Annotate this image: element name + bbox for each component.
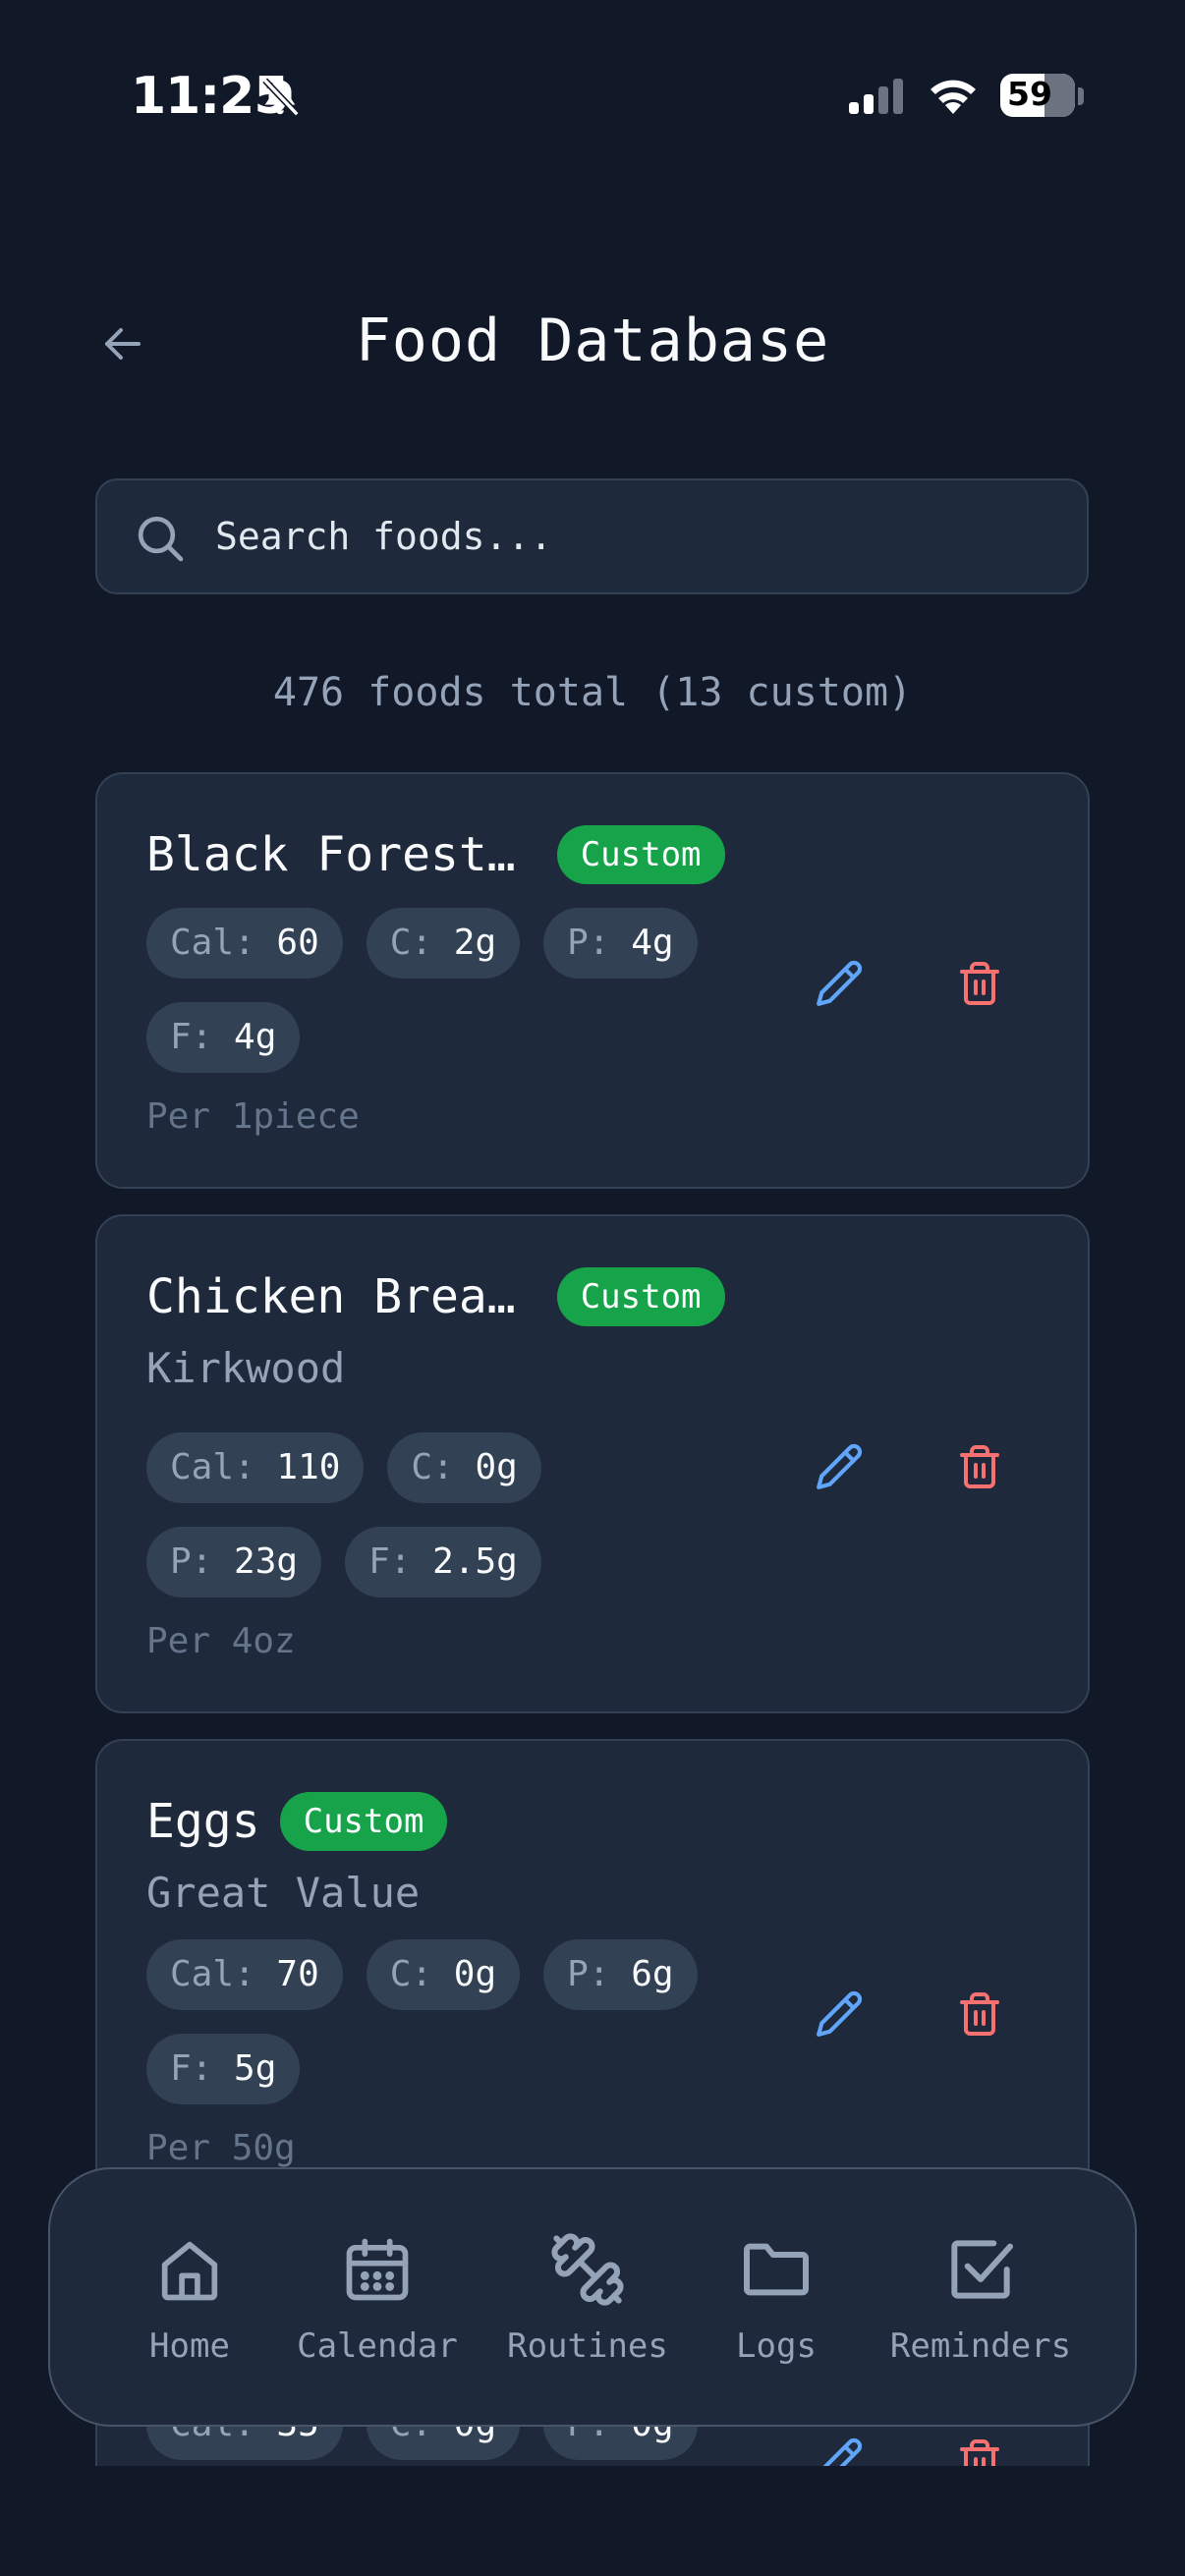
food-card[interactable]: Chicken Brea… Custom Kirkwood Cal: 110 C…	[95, 1214, 1090, 1713]
search-icon	[133, 511, 188, 570]
nav-label: Routines	[507, 2326, 668, 2366]
trash-icon	[960, 1445, 999, 1488]
macro-chips: Cal: 110 C: 0g P: 23g F: 2.5g	[146, 1432, 706, 1597]
macro-chip-calories: Cal: 70	[146, 1939, 343, 2010]
delete-button[interactable]	[945, 2427, 1014, 2466]
nav-calendar[interactable]: Calendar	[294, 2169, 461, 2425]
pencil-icon	[817, 1443, 863, 1489]
status-bar: 11:25 59	[0, 0, 1185, 196]
edit-button[interactable]	[805, 1432, 874, 1501]
food-brand: Great Value	[146, 1869, 421, 1917]
macro-chip-carbs: C: 0g	[366, 1939, 521, 2010]
food-card[interactable]: Black Forest… Custom Cal: 60 C: 2g P: 4g…	[95, 772, 1090, 1189]
nav-home[interactable]: Home	[135, 2169, 245, 2425]
nav-label: Calendar	[297, 2326, 458, 2366]
nav-reminders[interactable]: Reminders	[889, 2169, 1072, 2425]
custom-badge: Custom	[556, 1267, 725, 1326]
custom-badge: Custom	[279, 1792, 448, 1851]
edit-button[interactable]	[805, 1980, 874, 2048]
nav-label: Logs	[736, 2326, 817, 2366]
wifi-icon	[927, 75, 980, 120]
nav-label: Home	[149, 2326, 230, 2366]
signal-icon	[849, 79, 906, 118]
nav-routines[interactable]: Routines	[504, 2169, 671, 2425]
macro-chip-fat: F: 2.5g	[345, 1527, 541, 1597]
trash-icon	[960, 962, 999, 1005]
calendar-icon	[340, 2230, 415, 2309]
macro-chips: Cal: 60 C: 2g P: 4g F: 4g	[146, 908, 706, 1073]
dumbbell-icon	[548, 2230, 627, 2309]
macro-chip-carbs: C: 2g	[366, 908, 521, 979]
macro-chip-protein: P: 6g	[543, 1939, 698, 2010]
bell-muted-icon	[257, 74, 303, 125]
serving-size: Per 4oz	[146, 1621, 296, 1661]
delete-button[interactable]	[945, 949, 1014, 1018]
edit-button[interactable]	[805, 949, 874, 1018]
food-name: Chicken Brea…	[146, 1269, 516, 1324]
folder-icon	[737, 2230, 816, 2309]
trash-icon	[960, 1992, 999, 2036]
food-count-summary: 476 foods total (13 custom)	[272, 670, 913, 715]
trash-icon	[960, 2439, 999, 2466]
macro-chip-protein: P: 23g	[146, 1527, 322, 1597]
custom-badge: Custom	[556, 825, 725, 884]
header: Food Database	[0, 295, 1185, 393]
battery-indicator: 59	[1000, 74, 1075, 117]
pencil-icon	[817, 960, 863, 1006]
macro-chip-calories: Cal: 60	[146, 908, 343, 979]
food-name: Black Forest…	[146, 827, 516, 882]
nav-logs[interactable]: Logs	[730, 2169, 822, 2425]
edit-button[interactable]	[805, 2427, 874, 2466]
page-title: Food Database	[355, 307, 830, 375]
checkbox-icon	[941, 2230, 1020, 2309]
battery-percent: 59	[1007, 75, 1052, 113]
macro-chip-carbs: C: 0g	[387, 1432, 541, 1503]
home-icon	[152, 2230, 227, 2309]
search-input[interactable]	[215, 480, 1060, 592]
serving-size: Per 1piece	[146, 1096, 360, 1137]
delete-button[interactable]	[945, 1432, 1014, 1501]
macro-chip-calories: Cal: 110	[146, 1432, 365, 1503]
macro-chip-protein: P: 4g	[543, 908, 698, 979]
pencil-icon	[822, 2437, 863, 2466]
nav-label: Reminders	[889, 2326, 1072, 2366]
macro-chip-fat: F: 5g	[146, 2034, 301, 2104]
food-brand: Kirkwood	[146, 1344, 346, 1392]
bottom-nav: Home Calendar Routines Logs Reminders	[48, 2167, 1137, 2427]
macro-chips: Cal: 70 C: 0g P: 6g F: 5g	[146, 1939, 706, 2104]
macro-chip-fat: F: 4g	[146, 1002, 301, 1073]
serving-size: Per 50g	[146, 2128, 296, 2168]
food-card[interactable]: Eggs Custom Great Value Cal: 70 C: 0g P:…	[95, 1739, 1090, 2238]
search-box[interactable]	[95, 478, 1089, 594]
delete-button[interactable]	[945, 1980, 1014, 2048]
pencil-icon	[817, 1990, 863, 2037]
battery-cap	[1078, 87, 1084, 105]
food-name: Eggs	[146, 1794, 260, 1849]
